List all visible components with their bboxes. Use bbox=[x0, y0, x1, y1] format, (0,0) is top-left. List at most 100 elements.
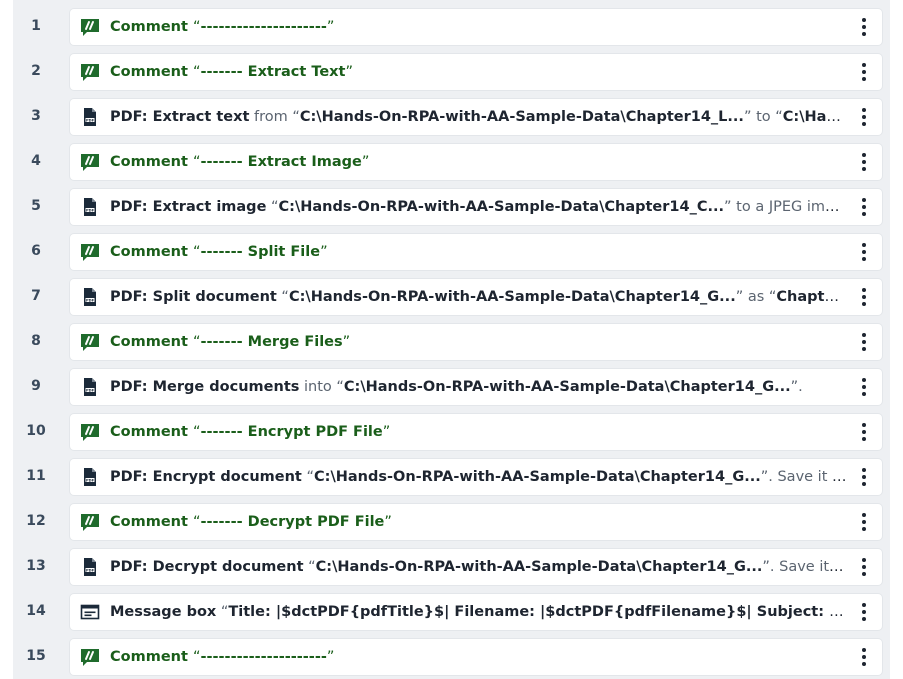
more-options-icon[interactable] bbox=[852, 464, 876, 490]
more-options-icon[interactable] bbox=[852, 509, 876, 535]
pdf-icon: PDF bbox=[80, 107, 100, 127]
action-text-segment: ” to “ bbox=[743, 109, 783, 125]
action-row: 4 Comment “------- Extract Image” bbox=[13, 139, 890, 184]
more-options-icon[interactable] bbox=[852, 14, 876, 40]
line-number: 3 bbox=[31, 108, 41, 124]
action-text: PDF: Split document “C:\Hands-On-RPA-wit… bbox=[110, 279, 848, 315]
action-row: 15 Comment “---------------------” bbox=[13, 634, 890, 679]
action-text-segment: Comment bbox=[110, 19, 193, 35]
action-text-segment: C:\Hands-On-RPA-with-AA-Sample-Data\Chap… bbox=[314, 469, 761, 485]
action-text-segment: PDF: Split document bbox=[110, 289, 277, 305]
action-row: 5 PDF PDF: Extract image “C:\Hands-On-RPA-… bbox=[13, 184, 890, 229]
action-text: PDF: Merge documents into “C:\Hands-On-R… bbox=[110, 369, 848, 405]
action-card[interactable]: PDF PDF: Extract image “C:\Hands-On-RPA-w… bbox=[70, 189, 882, 225]
more-options-icon[interactable] bbox=[852, 239, 876, 265]
line-number: 8 bbox=[31, 333, 41, 349]
action-text-segment: “ bbox=[266, 199, 279, 215]
action-text-segment: ” as “ bbox=[735, 289, 777, 305]
action-text: PDF: Extract text from “C:\Hands-On-RPA-… bbox=[110, 99, 848, 135]
line-number: 6 bbox=[31, 243, 41, 259]
action-text-segment: PDF: Encrypt document bbox=[110, 469, 302, 485]
more-options-icon[interactable] bbox=[852, 374, 876, 400]
action-row: 11 PDF PDF: Encrypt document “C:\Hands-On-… bbox=[13, 454, 890, 499]
more-options-icon[interactable] bbox=[852, 194, 876, 220]
action-row: 1 Comment “---------------------” bbox=[13, 4, 890, 49]
action-text-segment: C:\Hands... bbox=[782, 109, 848, 125]
comment-icon bbox=[80, 332, 100, 352]
more-options-icon[interactable] bbox=[852, 599, 876, 625]
action-text-segment: ------- Extract Text bbox=[200, 64, 346, 80]
comment-icon bbox=[80, 422, 100, 442]
line-number: 5 bbox=[31, 198, 41, 214]
action-row: 9 PDF PDF: Merge documents into “C:\Hands-… bbox=[13, 364, 890, 409]
action-card[interactable]: Comment “------- Split File” bbox=[70, 234, 882, 270]
more-options-icon[interactable] bbox=[852, 59, 876, 85]
action-text-segment: C:\Hands-On-RPA-with-AA-Sample-Data\Chap… bbox=[343, 379, 791, 395]
action-text: Comment “---------------------” bbox=[110, 9, 848, 45]
line-number: 9 bbox=[31, 378, 41, 394]
action-card[interactable]: PDF PDF: Encrypt document “C:\Hands-On-RP… bbox=[70, 459, 882, 495]
action-text-segment: ”. bbox=[790, 379, 803, 395]
action-text-segment: “ bbox=[303, 559, 316, 575]
action-row: 12 Comment “------- Decrypt PDF File” bbox=[13, 499, 890, 544]
action-text: Comment “------- Extract Image” bbox=[110, 144, 848, 180]
more-options-icon[interactable] bbox=[852, 104, 876, 130]
pdf-icon: PDF bbox=[80, 467, 100, 487]
action-text-segment: ” bbox=[342, 334, 351, 350]
action-text-segment: Comment bbox=[110, 334, 193, 350]
action-text-segment: PDF: Merge documents bbox=[110, 379, 300, 395]
action-text-segment: “ bbox=[301, 469, 314, 485]
svg-text:PDF: PDF bbox=[86, 208, 95, 212]
action-card[interactable]: PDF PDF: Decrypt document “C:\Hands-On-RP… bbox=[70, 549, 882, 585]
svg-text:PDF: PDF bbox=[86, 388, 95, 392]
action-text-segment: ” bbox=[326, 19, 335, 35]
action-text: Comment “------- Decrypt PDF File” bbox=[110, 504, 848, 540]
action-row: 7 PDF PDF: Split document “C:\Hands-On-RPA… bbox=[13, 274, 890, 319]
pdf-icon: PDF bbox=[80, 377, 100, 397]
action-text-segment: Title: |$dctPDF{pdfTitle}$| Filename: |$… bbox=[228, 604, 848, 620]
action-row: 6 Comment “------- Split File” bbox=[13, 229, 890, 274]
svg-text:PDF: PDF bbox=[86, 118, 95, 122]
action-text-segment: from “ bbox=[249, 109, 300, 125]
action-text-segment: ” bbox=[384, 514, 392, 530]
action-card[interactable]: Comment “---------------------” bbox=[70, 639, 882, 675]
action-row: 10 Comment “------- Encrypt PDF File” bbox=[13, 409, 890, 454]
action-text-segment: Comment bbox=[110, 514, 193, 530]
action-card[interactable]: PDF PDF: Split document “C:\Hands-On-RPA-… bbox=[70, 279, 882, 315]
action-card[interactable]: Comment “------- Merge Files” bbox=[70, 324, 882, 360]
action-card[interactable]: Message box “Title: |$dctPDF{pdfTitle}$|… bbox=[70, 594, 882, 630]
more-options-icon[interactable] bbox=[852, 554, 876, 580]
action-text-segment: ------- Decrypt PDF File bbox=[200, 514, 385, 530]
more-options-icon[interactable] bbox=[852, 419, 876, 445]
action-text: Comment “------- Split File” bbox=[110, 234, 848, 270]
action-text-segment: Comment bbox=[110, 154, 193, 170]
action-text-segment: C:\Hands-On-RPA-with-AA-Sample-Data\Chap… bbox=[299, 109, 744, 125]
action-text-segment: ” bbox=[382, 424, 391, 440]
action-card[interactable]: Comment “---------------------” bbox=[70, 9, 882, 45]
action-card[interactable]: Comment “------- Decrypt PDF File” bbox=[70, 504, 882, 540]
action-text-segment: Message box bbox=[110, 604, 217, 620]
action-text-segment: ”. Save it as ... bbox=[762, 559, 848, 575]
more-options-icon[interactable] bbox=[852, 149, 876, 175]
more-options-icon[interactable] bbox=[852, 329, 876, 355]
action-text: PDF: Decrypt document “C:\Hands-On-RPA-w… bbox=[110, 549, 848, 585]
line-number: 1 bbox=[31, 18, 41, 34]
action-text: Comment “------- Merge Files” bbox=[110, 324, 848, 360]
action-card[interactable]: PDF PDF: Extract text from “C:\Hands-On-R… bbox=[70, 99, 882, 135]
line-number: 11 bbox=[26, 468, 46, 484]
svg-text:PDF: PDF bbox=[86, 298, 95, 302]
action-card[interactable]: Comment “------- Extract Text” bbox=[70, 54, 882, 90]
comment-icon bbox=[80, 152, 100, 172]
action-text-segment: “ bbox=[276, 289, 289, 305]
line-number: 14 bbox=[26, 603, 46, 619]
action-card[interactable]: PDF PDF: Merge documents into “C:\Hands-O… bbox=[70, 369, 882, 405]
svg-text:PDF: PDF bbox=[86, 568, 95, 572]
message-box-icon bbox=[80, 602, 100, 622]
more-options-icon[interactable] bbox=[852, 644, 876, 670]
action-card[interactable]: Comment “------- Extract Image” bbox=[70, 144, 882, 180]
action-card[interactable]: Comment “------- Encrypt PDF File” bbox=[70, 414, 882, 450]
action-text: Comment “------- Encrypt PDF File” bbox=[110, 414, 848, 450]
action-text-segment: PDF: Decrypt document bbox=[110, 559, 304, 575]
line-number: 7 bbox=[31, 288, 41, 304]
more-options-icon[interactable] bbox=[852, 284, 876, 310]
